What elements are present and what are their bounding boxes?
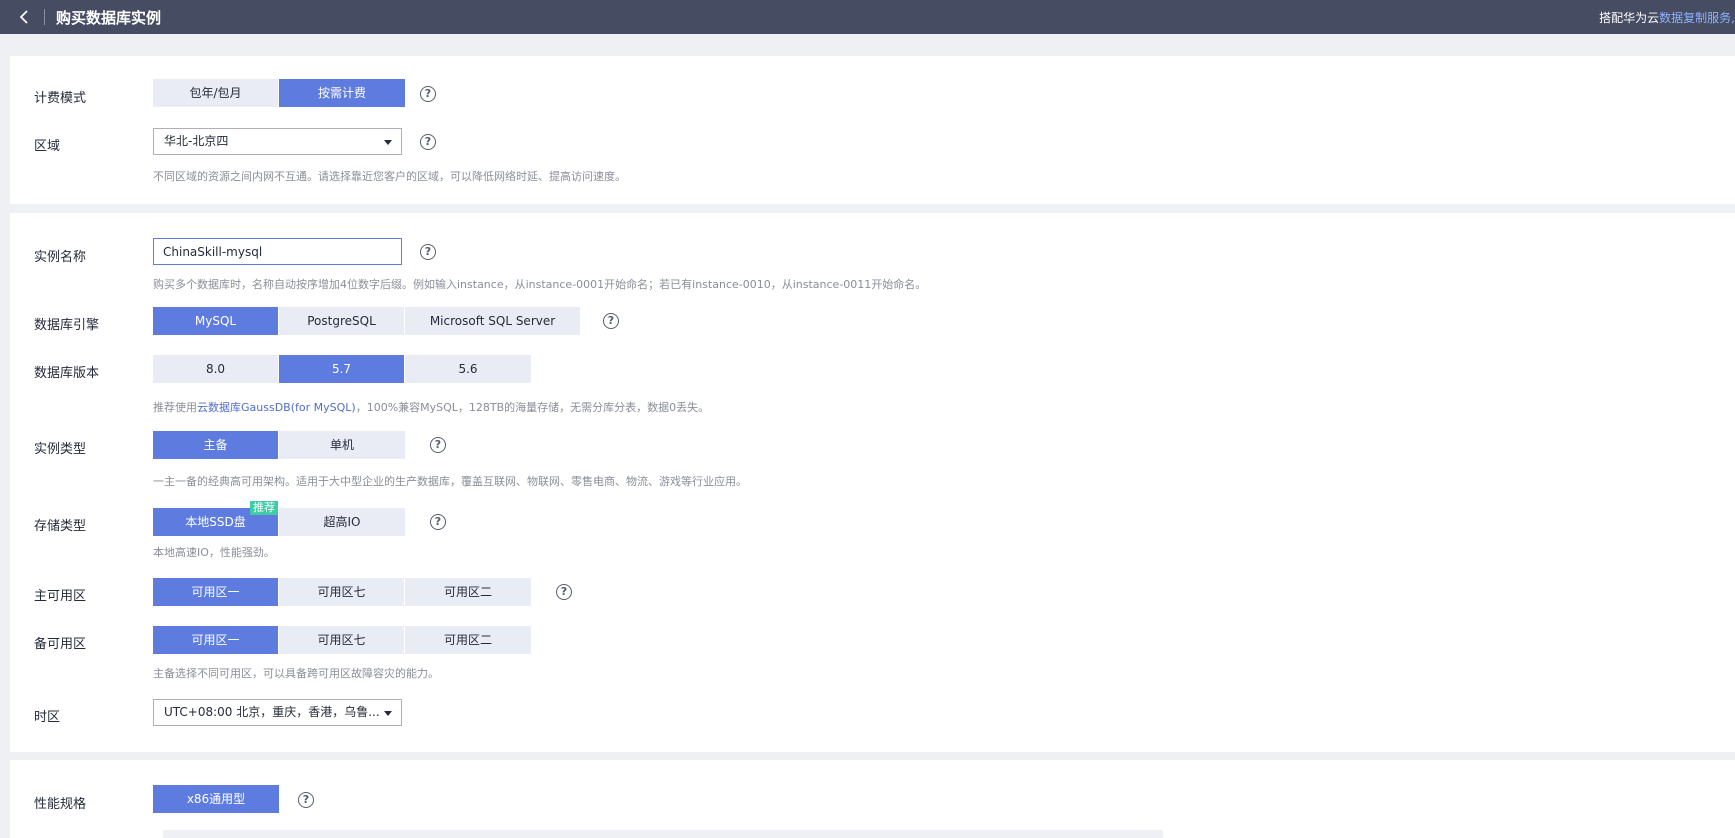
instance-config-section: 实例名称 ? 购买多个数据库时，名称自动按序增加4位数字后缀。例如输入insta… — [10, 213, 1735, 752]
primary-az-help-icon[interactable]: ? — [556, 584, 572, 600]
region-value: 华北-北京四 — [164, 134, 229, 148]
billing-help-icon[interactable]: ? — [420, 86, 436, 102]
page-title: 购买数据库实例 — [56, 9, 162, 27]
engine-option-postgresql[interactable]: PostgreSQL — [279, 307, 405, 335]
gaussdb-link[interactable]: 云数据库GaussDB(for MySQL) — [197, 401, 356, 414]
version-option-5-7[interactable]: 5.7 — [279, 355, 405, 383]
header-divider — [44, 9, 45, 25]
drs-service-link[interactable]: 数据复制服务, — [1659, 11, 1735, 25]
top-bar: 购买数据库实例 搭配华为云数据复制服务, — [0, 0, 1735, 34]
instance-name-hint: 购买多个数据库时，名称自动按序增加4位数字后缀。例如输入instance，从in… — [153, 278, 927, 291]
spec-table-top-edge — [163, 830, 1163, 838]
version-option-5-6[interactable]: 5.6 — [405, 355, 531, 383]
chevron-down-icon — [384, 140, 392, 145]
standby-az-option-1[interactable]: 可用区一 — [153, 626, 279, 654]
engine-help-icon[interactable]: ? — [603, 313, 619, 329]
storage-label: 存储类型 — [34, 519, 87, 534]
primary-az-selector: 可用区一 可用区七 可用区二 — [153, 578, 531, 606]
version-selector: 8.0 5.7 5.6 — [153, 355, 531, 383]
billing-mode-selector: 包年/包月 按需计费 — [153, 79, 405, 107]
instance-type-option-single[interactable]: 单机 — [279, 431, 405, 459]
storage-option-ssd[interactable]: 本地SSD盘 推荐 — [153, 501, 279, 536]
billing-mode-label: 计费模式 — [34, 91, 87, 106]
region-label: 区域 — [34, 139, 61, 154]
instance-type-option-ha[interactable]: 主备 — [153, 431, 279, 459]
instance-type-label: 实例类型 — [34, 442, 87, 457]
primary-az-option-1[interactable]: 可用区一 — [153, 578, 279, 606]
header-promo-text: 搭配华为云 — [1599, 11, 1660, 25]
engine-selector: MySQL PostgreSQL Microsoft SQL Server — [153, 307, 580, 335]
header-promo: 搭配华为云数据复制服务, — [1599, 9, 1735, 26]
instance-name-label: 实例名称 — [34, 250, 87, 265]
storage-help-icon[interactable]: ? — [430, 514, 446, 530]
instance-name-input[interactable] — [153, 238, 402, 265]
region-help-icon[interactable]: ? — [420, 134, 436, 150]
instance-type-hint: 一主一备的经典高可用架构。适用于大中型企业的生产数据库，覆盖互联网、物联网、零售… — [153, 475, 747, 488]
primary-az-label: 主可用区 — [34, 589, 87, 604]
standby-az-label: 备可用区 — [34, 637, 87, 652]
standby-az-option-7[interactable]: 可用区七 — [279, 626, 405, 654]
instance-name-help-icon[interactable]: ? — [420, 244, 436, 260]
standby-az-selector: 可用区一 可用区七 可用区二 — [153, 626, 531, 654]
spec-help-icon[interactable]: ? — [298, 792, 314, 808]
back-arrow-icon[interactable] — [14, 7, 36, 27]
version-option-8-0[interactable]: 8.0 — [153, 355, 279, 383]
region-select[interactable]: 华北-北京四 — [153, 128, 402, 155]
standby-az-option-2[interactable]: 可用区二 — [405, 626, 531, 654]
region-hint: 不同区域的资源之间内网不互通。请选择靠近您客户的区域，可以降低网络时延、提高访问… — [153, 170, 626, 183]
version-hint-suffix: ，100%兼容MySQL，128TB的海量存储，无需分库分表，数据0丢失。 — [355, 401, 710, 414]
standby-az-hint: 主备选择不同可用区，可以具备跨可用区故障容灾的能力。 — [153, 667, 439, 680]
engine-option-mysql[interactable]: MySQL — [153, 307, 279, 335]
spec-selector: x86通用型 — [153, 785, 279, 813]
chevron-down-icon — [384, 711, 392, 716]
billing-region-section: 计费模式 包年/包月 按需计费 ? 区域 华北-北京四 ? 不同区域的资源之间内… — [10, 56, 1735, 204]
performance-spec-section: 性能规格 x86通用型 ? — [10, 760, 1735, 838]
billing-option-on-demand[interactable]: 按需计费 — [279, 79, 405, 107]
version-hint-prefix: 推荐使用 — [153, 401, 197, 414]
storage-hint: 本地高速IO，性能强劲。 — [153, 546, 275, 559]
recommended-badge: 推荐 — [250, 501, 278, 515]
storage-option-ultra-io[interactable]: 超高IO — [279, 508, 405, 536]
spec-label: 性能规格 — [34, 797, 87, 812]
billing-option-yearly[interactable]: 包年/包月 — [153, 79, 279, 107]
timezone-select[interactable]: UTC+08:00 北京，重庆，香港，乌鲁... — [153, 699, 402, 726]
version-label: 数据库版本 — [34, 366, 100, 381]
storage-selector: 本地SSD盘 推荐 超高IO — [153, 501, 405, 536]
timezone-value: UTC+08:00 北京，重庆，香港，乌鲁... — [164, 705, 380, 719]
timezone-label: 时区 — [34, 710, 61, 725]
engine-label: 数据库引擎 — [34, 318, 100, 333]
spec-option-x86[interactable]: x86通用型 — [153, 785, 279, 813]
engine-option-sqlserver[interactable]: Microsoft SQL Server — [405, 307, 580, 335]
storage-option-ssd-label: 本地SSD盘 — [185, 515, 246, 529]
instance-type-help-icon[interactable]: ? — [430, 437, 446, 453]
primary-az-option-7[interactable]: 可用区七 — [279, 578, 405, 606]
primary-az-option-2[interactable]: 可用区二 — [405, 578, 531, 606]
version-hint: 推荐使用云数据库GaussDB(for MySQL)，100%兼容MySQL，1… — [153, 399, 709, 415]
instance-type-selector: 主备 单机 — [153, 431, 405, 459]
